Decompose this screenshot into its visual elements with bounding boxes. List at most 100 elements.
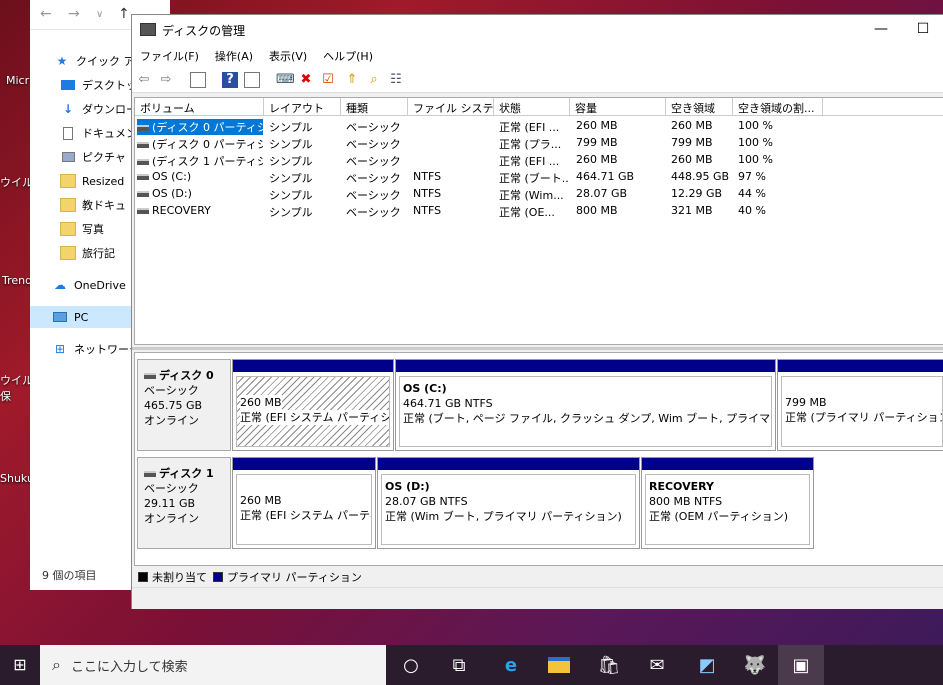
desktop-icon-label[interactable]: Trend [2,274,32,287]
partition-status: 正常 (ブート, ページ ファイル, クラッシュ ダンプ, Wim ブート, プ… [403,412,771,425]
col-free-pct[interactable]: 空き領域の割... [733,98,823,116]
connect-disk-icon[interactable]: ⌨ [276,72,295,88]
task-view-icon[interactable]: ⧉ [436,645,482,685]
col-filesystem[interactable]: ファイル システム [408,98,494,116]
table-row[interactable]: OS (C:) シンプル ベーシック NTFS 正常 (ブート... 464.7… [135,169,943,186]
col-status[interactable]: 状態 [494,98,570,116]
partition-size: 260 MB [240,494,282,507]
console-tree-icon[interactable] [190,72,206,88]
disk-kind: ベーシック [144,482,199,495]
table-row[interactable]: RECOVERY シンプル ベーシック NTFS 正常 (OE... 800 M… [135,203,943,220]
partition-bar [378,458,639,470]
network-tool-icon[interactable]: ◩ [684,645,730,685]
col-capacity[interactable]: 容量 [570,98,666,116]
table-row[interactable]: (ディスク 0 パーティシ... シンプル ベーシック 正常 (プラ... 79… [135,135,943,152]
dropdown-chevron-icon[interactable]: ∨ [96,9,103,20]
col-type[interactable]: 種類 [341,98,408,116]
cell-free: 12.29 GB [671,187,723,200]
table-row[interactable]: OS (D:) シンプル ベーシック NTFS 正常 (Wim... 28.07… [135,186,943,203]
legend-swatch-primary [213,572,223,582]
taskbar-search-box[interactable]: ⌕ ここに入力して検索 [40,645,386,685]
partition-size: 464.71 GB NTFS [403,397,493,410]
disk-1-label[interactable]: ディスク 1 ベーシック 29.11 GB オンライン [137,457,231,549]
cell-volume: (ディスク 1 パーティシ... [137,153,263,169]
cortana-icon[interactable]: ○ [388,645,434,685]
volume-icon [137,208,149,214]
help-icon[interactable]: ? [222,72,238,88]
menu-view[interactable]: 表示(V) [261,45,315,67]
disk-state: オンライン [144,414,199,427]
legend-label: 未割り当て [152,571,207,584]
search-folder-icon[interactable]: ⌕ [366,72,382,88]
volume-icon [137,174,149,180]
partition-block[interactable]: RECOVERY 800 MB NTFS 正常 (OEM パーティション) [641,457,814,549]
partition-block[interactable]: OS (D:) 28.07 GB NTFS 正常 (Wim ブート, プライマリ… [377,457,640,549]
partition-block[interactable]: 260 MB 正常 (EFI システム パーティション) [232,359,394,451]
taskbar: ⊞ ⌕ ここに入力して検索 ○ ⧉ e 🛍 ✉ ◩ 🐺 ▣ [0,645,943,685]
forward-arrow-icon[interactable]: ⇨ [158,72,174,88]
back-arrow-icon[interactable]: ⇦ [136,72,152,88]
partition-status: 正常 (プライマリ パーティション) [785,411,943,424]
partition-bar [778,360,943,372]
cell-type: ベーシック [346,206,401,219]
col-volume[interactable]: ボリューム [135,98,264,116]
disk-management-window: ディスクの管理 — ☐ ファイル(F) 操作(A) 表示(V) ヘルプ(H) ⇦… [131,14,943,609]
cell-type: ベーシック [346,155,401,168]
desktop-icon-label[interactable]: Shuku [0,472,34,485]
delete-icon[interactable]: ✖ [298,72,314,88]
mail-icon[interactable]: ✉ [634,645,680,685]
cell-capacity: 800 MB [576,204,618,217]
properties-icon[interactable]: ☷ [388,72,404,88]
maximize-button[interactable]: ☐ [908,19,938,41]
disk-management-app-icon [140,23,156,36]
partition-block[interactable]: 260 MB 正常 (EFI システム パーティション) [232,457,376,549]
cell-free: 799 MB [671,136,713,149]
col-free[interactable]: 空き領域 [666,98,733,116]
forward-arrow-icon[interactable]: → [68,6,80,22]
edge-icon[interactable]: e [488,645,534,685]
partition-block[interactable]: 799 MB 正常 (プライマリ パーティション) [777,359,943,451]
cell-fs: NTFS [413,204,442,217]
minimize-button[interactable]: — [866,19,896,41]
desktop-icon [60,78,76,92]
status-bar [132,587,943,609]
file-explorer-icon[interactable] [536,645,582,685]
cell-free-pct: 97 % [738,170,766,183]
table-row[interactable]: (ディスク 1 パーティシ... シンプル ベーシック 正常 (EFI ... … [135,152,943,169]
check-icon[interactable]: ☑ [320,72,336,88]
toolbar: ⇦ ⇨ ? ⌨ ✖ ☑ ⇑ ⌕ ☷ [132,67,943,93]
disk-icon [144,471,156,477]
disk-management-taskbar-icon[interactable]: ▣ [778,645,824,685]
col-layout[interactable]: レイアウト [264,98,341,116]
partition-block[interactable]: OS (C:) 464.71 GB NTFS 正常 (ブート, ページ ファイル… [395,359,776,451]
cell-free: 260 MB [671,119,713,132]
partition-size: 799 MB [785,396,827,409]
legend-swatch-unallocated [138,572,148,582]
desktop-icon-label[interactable]: Micr [6,74,29,87]
store-icon[interactable]: 🛍 [586,645,632,685]
disk-icon [144,373,156,379]
menu-action[interactable]: 操作(A) [207,45,261,67]
pane-splitter[interactable] [132,347,943,350]
desktop-icon-label[interactable]: ウイル [0,174,33,190]
gimp-icon[interactable]: 🐺 [732,645,778,685]
table-row[interactable]: (ディスク 0 パーティシ... シンプル ベーシック 正常 (EFI ... … [135,118,943,135]
partition-bar [396,360,775,372]
disk-name: ディスク 1 [159,467,214,480]
action-pane-icon[interactable] [244,72,260,88]
windows-start-icon[interactable]: ⊞ [0,645,40,685]
partition-bar [233,458,375,470]
partition-body: OS (C:) 464.71 GB NTFS 正常 (ブート, ページ ファイル… [399,376,772,447]
partition-name: RECOVERY [649,480,714,493]
partition-size: 800 MB NTFS [649,495,723,508]
back-arrow-icon[interactable]: ← [40,6,52,22]
up-arrow-icon[interactable]: ↑ [118,6,130,22]
disk-0-label[interactable]: ディスク 0 ベーシック 465.75 GB オンライン [137,359,231,451]
partition-bar [642,458,813,470]
upload-folder-icon[interactable]: ⇑ [344,72,360,88]
desktop-icon-label[interactable]: ウイル 保 [0,372,33,404]
menu-file[interactable]: ファイル(F) [132,45,207,67]
menu-help[interactable]: ヘルプ(H) [315,45,381,67]
cell-status: 正常 (ブート... [499,172,569,185]
star-icon: ★ [56,54,68,68]
